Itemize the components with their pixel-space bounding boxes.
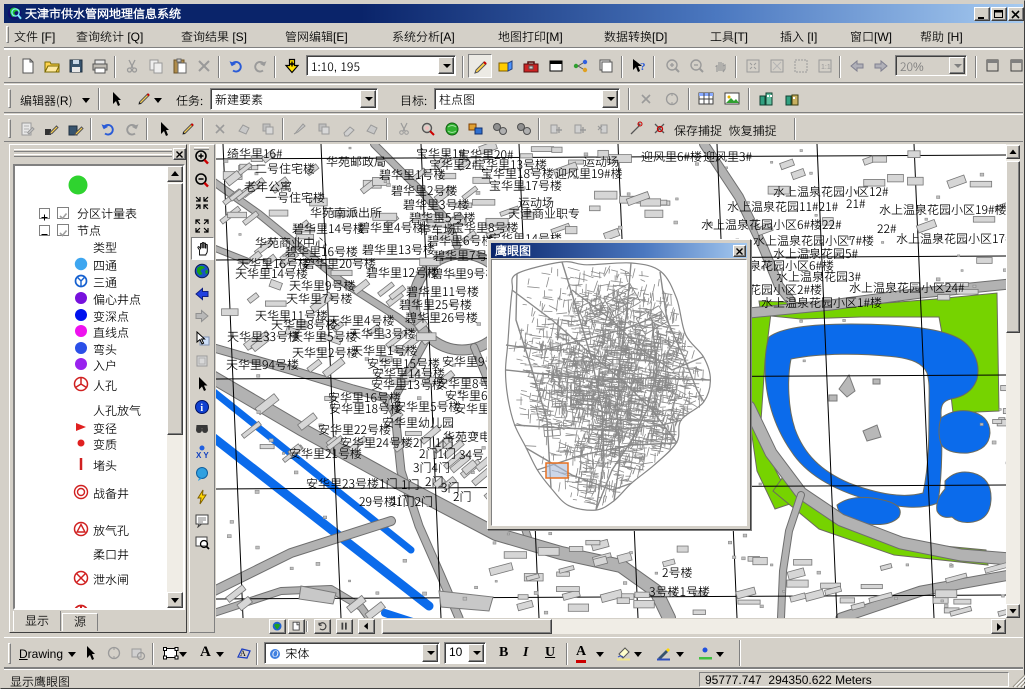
- svg-text:碧华里4号楼: 碧华里4号楼: [358, 219, 425, 236]
- svg-text:安华里21号楼: 安华里21号楼: [289, 445, 362, 462]
- svg-text:1门: 1门: [401, 476, 420, 493]
- svg-text:1:1: 1:1: [821, 64, 831, 71]
- svg-text:天津商业职专: 天津商业职专: [508, 205, 580, 222]
- svg-text:天华里94号楼: 天华里94号楼: [226, 356, 299, 373]
- svg-text:天华里7号楼: 天华里7号楼: [286, 290, 353, 307]
- svg-text:29号楼1门2门: 29号楼1门2门: [359, 493, 433, 510]
- svg-text:天华里33号楼: 天华里33号楼: [227, 328, 300, 345]
- svg-text:迎风里3#: 迎风里3#: [703, 148, 753, 165]
- svg-text:碧华里1号楼: 碧华里1号楼: [379, 166, 446, 183]
- svg-text:水上温泉花园小区19#楼: 水上温泉花园小区19#楼: [879, 201, 1006, 218]
- svg-text:X Y: X Y: [196, 451, 209, 460]
- svg-text:2门: 2门: [453, 488, 472, 505]
- svg-text:宝华里17号楼: 宝华里17号楼: [489, 177, 562, 194]
- svg-text:华苑邮政局: 华苑邮政局: [326, 153, 386, 170]
- svg-text:水上温泉花园小区6#楼22#: 水上温泉花园小区6#楼22#: [701, 216, 842, 233]
- svg-text:安华里5号楼: 安华里5号楼: [394, 398, 461, 415]
- svg-text:天华里3号楼: 天华里3号楼: [349, 325, 416, 342]
- svg-text:i: i: [200, 403, 203, 414]
- svg-text:水上温泉花园小区1#楼: 水上温泉花园小区1#楼: [761, 294, 882, 311]
- svg-text:天华里2号楼: 天华里2号楼: [292, 344, 359, 361]
- svg-text:?: ?: [640, 61, 646, 73]
- svg-text:安华里23号楼1门: 安华里23号楼1门: [306, 475, 398, 492]
- svg-text:水上温泉花园11#21#: 水上温泉花园11#21#: [727, 198, 839, 215]
- svg-text:碧华里26号楼: 碧华里26号楼: [405, 309, 478, 326]
- svg-text:碧华里12号楼: 碧华里12号楼: [366, 264, 439, 281]
- svg-text:运动场: 运动场: [583, 153, 619, 170]
- svg-text:O: O: [272, 649, 279, 659]
- svg-text:迎风里6#楼: 迎风里6#楼: [641, 148, 702, 165]
- svg-text:34号: 34号: [459, 446, 484, 463]
- svg-text:A: A: [240, 649, 246, 658]
- svg-text:二号住宅楼: 二号住宅楼: [255, 160, 315, 177]
- svg-text:2门1门: 2门1门: [419, 445, 456, 462]
- svg-text:21#: 21#: [846, 195, 866, 212]
- svg-text:2号楼: 2号楼: [662, 564, 693, 581]
- svg-text:3号楼1号楼: 3号楼1号楼: [649, 583, 710, 600]
- svg-text:天华里5号楼: 天华里5号楼: [291, 328, 358, 345]
- svg-text:水上温泉花园小区17#楼: 水上温泉花园小区17#楼: [896, 230, 1006, 247]
- svg-text:22#: 22#: [877, 220, 897, 237]
